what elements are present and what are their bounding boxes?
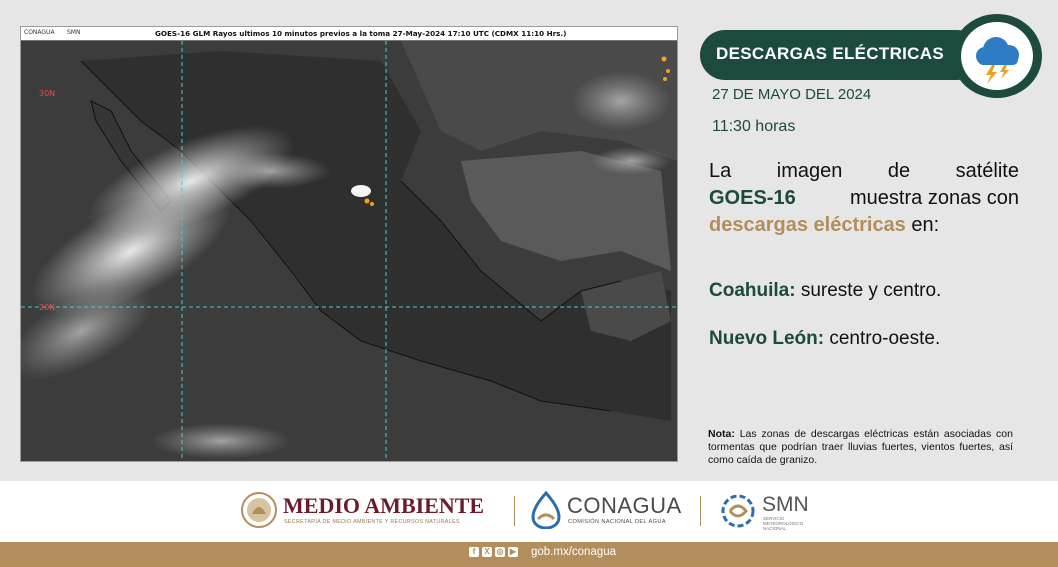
lightning-mark-5	[663, 77, 667, 81]
instagram-icon[interactable]: ◎	[495, 547, 505, 557]
state-name: Nuevo León:	[709, 328, 825, 349]
note-text: Las zonas de descargas eléctricas están …	[708, 428, 1013, 466]
cloud-east	[591, 147, 671, 175]
social-icons: f X ◎ ▶	[469, 547, 518, 557]
x-icon[interactable]: X	[482, 547, 492, 557]
word-satelite: satélite	[955, 160, 1019, 182]
description-line-1: La imagen de satélite	[709, 158, 1019, 185]
word-la: La	[709, 160, 732, 182]
word-de: de	[887, 160, 911, 182]
mexico-seal-icon	[241, 492, 277, 528]
time: 11:30 horas	[712, 118, 796, 135]
footer-divider	[514, 496, 515, 526]
date: 27 DE MAYO DEL 2024	[712, 86, 872, 103]
lightning-mark-4	[666, 69, 670, 73]
medio-ambiente-title: MEDIO AMBIENTE	[283, 493, 485, 518]
satellite-map-graphic	[21, 41, 677, 461]
satellite-image-panel: CONAGUA SMN GOES-16 GLM Rayos ultimos 10…	[20, 26, 678, 462]
title: DESCARGAS ELÉCTRICAS	[716, 44, 944, 63]
state-coahuila: Coahuila: sureste y centro.	[709, 280, 941, 302]
bottom-bar	[0, 542, 1058, 567]
cloud-south	[151, 423, 291, 459]
cloud-northeast	[571, 71, 671, 131]
word-imagen: imagen	[776, 160, 843, 182]
state-detail: centro-oeste.	[829, 328, 941, 349]
smn-logo-icon	[721, 494, 755, 528]
medio-ambiente-subtitle: SECRETARÍA DE MEDIO AMBIENTE Y RECURSOS …	[284, 519, 460, 525]
description-line-2: GOES-16 muestra zonas con	[709, 185, 1019, 212]
state-name: Coahuila:	[709, 280, 796, 301]
state-detail: sureste y centro.	[800, 280, 942, 301]
note-label: Nota:	[708, 428, 735, 440]
lightning-mark-2	[370, 202, 374, 206]
facebook-icon[interactable]: f	[469, 547, 479, 557]
smn-title: SMN	[762, 493, 809, 516]
highlight-descargas: descargas eléctricas	[709, 214, 906, 236]
conagua-title: CONAGUA	[567, 493, 682, 518]
cloud-band-4	[211, 153, 331, 189]
latitude-label-20: 20N	[39, 303, 56, 312]
description-en: en:	[911, 214, 940, 236]
conagua-logo-icon	[531, 491, 561, 529]
youtube-icon[interactable]: ▶	[508, 547, 518, 557]
latitude-label-30: 30N	[39, 89, 56, 98]
satellite-name: GOES-16	[709, 187, 796, 209]
storm-cloud-coahuila	[351, 185, 371, 197]
smn-mini-logo: SMN	[67, 29, 81, 36]
conagua-mini-logo: CONAGUA	[24, 29, 55, 36]
lightning-mark-3	[661, 56, 667, 62]
note: Nota: Las zonas de descargas eléctricas …	[708, 428, 1013, 467]
description-line-3: descargas eléctricas en:	[709, 212, 1019, 239]
lightning-mark-1	[364, 198, 370, 204]
state-nuevo-leon: Nuevo León: centro-oeste.	[709, 328, 940, 350]
satellite-title: GOES-16 GLM Rayos ultimos 10 minutos pre…	[155, 29, 567, 38]
smn-subtitle-line: NACIONAL	[763, 526, 787, 531]
website-link[interactable]: gob.mx/conagua	[531, 546, 616, 558]
smn-subtitle: SERVICIO METEOROLÓGICO NACIONAL	[763, 516, 803, 531]
satellite-map: 30N 20N	[21, 41, 677, 461]
footer-divider	[700, 496, 701, 526]
storm-cloud-lightning-icon	[976, 37, 1019, 84]
conagua-subtitle: COMISIÓN NACIONAL DEL AGUA	[568, 519, 666, 525]
satellite-header: CONAGUA SMN GOES-16 GLM Rayos ultimos 10…	[21, 27, 677, 41]
description: La imagen de satélite GOES-16 muestra zo…	[709, 158, 1019, 239]
description-text: muestra zonas con	[850, 187, 1019, 209]
